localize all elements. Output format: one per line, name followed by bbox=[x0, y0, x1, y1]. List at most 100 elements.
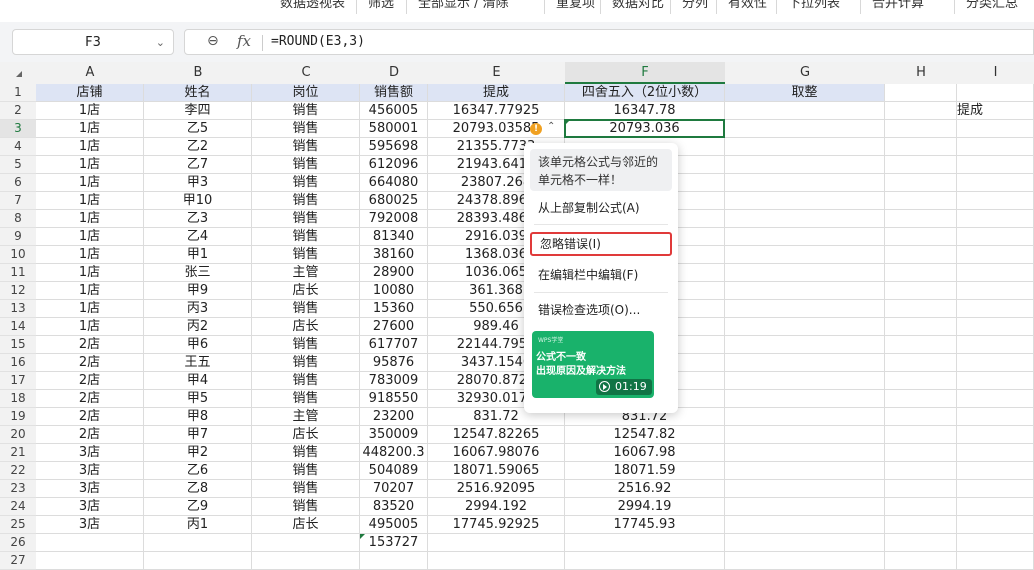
ribbon-item[interactable]: 全部显示 / 清除 bbox=[418, 0, 509, 12]
table-cell[interactable]: 16067.98 bbox=[565, 444, 725, 462]
table-cell[interactable]: 1店 bbox=[36, 138, 144, 156]
table-cell[interactable] bbox=[725, 354, 885, 372]
ribbon-item[interactable]: 分类汇总 bbox=[966, 0, 1018, 12]
table-cell[interactable]: 张三 bbox=[144, 264, 252, 282]
table-cell[interactable]: 销售 bbox=[252, 498, 360, 516]
table-cell[interactable] bbox=[885, 408, 957, 426]
table-cell[interactable]: 12547.82 bbox=[565, 426, 725, 444]
table-cell[interactable]: 销售 bbox=[252, 102, 360, 120]
table-cell[interactable]: 1店 bbox=[36, 282, 144, 300]
table-cell[interactable]: 2店 bbox=[36, 354, 144, 372]
table-cell[interactable]: 1店 bbox=[36, 102, 144, 120]
table-cell[interactable]: 1店 bbox=[36, 120, 144, 138]
row-header[interactable]: 6 bbox=[0, 174, 36, 192]
header-cell[interactable] bbox=[885, 84, 957, 102]
table-cell[interactable]: 23200 bbox=[360, 408, 428, 426]
table-cell[interactable]: 店长 bbox=[252, 426, 360, 444]
table-cell[interactable] bbox=[360, 552, 428, 570]
table-cell[interactable]: 3店 bbox=[36, 444, 144, 462]
row-header[interactable]: 24 bbox=[0, 498, 36, 516]
table-cell[interactable] bbox=[957, 552, 1034, 570]
table-cell[interactable]: 15360 bbox=[360, 300, 428, 318]
table-cell[interactable] bbox=[957, 480, 1034, 498]
row-header[interactable]: 11 bbox=[0, 264, 36, 282]
table-cell[interactable] bbox=[957, 444, 1034, 462]
table-cell[interactable]: 495005 bbox=[360, 516, 428, 534]
table-cell[interactable]: 16347.78 bbox=[565, 102, 725, 120]
table-cell[interactable] bbox=[725, 156, 885, 174]
table-cell[interactable] bbox=[725, 174, 885, 192]
table-cell[interactable]: 20793.036 bbox=[565, 120, 725, 138]
table-cell[interactable] bbox=[957, 174, 1034, 192]
name-box[interactable]: F3 ⌄ bbox=[12, 29, 174, 55]
row-header[interactable]: 8 bbox=[0, 210, 36, 228]
table-cell[interactable]: 1店 bbox=[36, 174, 144, 192]
table-cell[interactable]: 17745.92925 bbox=[428, 516, 565, 534]
table-cell[interactable]: 504089 bbox=[360, 462, 428, 480]
table-cell[interactable] bbox=[957, 120, 1034, 138]
row-header[interactable]: 15 bbox=[0, 336, 36, 354]
table-cell[interactable]: 28900 bbox=[360, 264, 428, 282]
table-cell[interactable] bbox=[885, 246, 957, 264]
table-cell[interactable]: 甲7 bbox=[144, 426, 252, 444]
ignore-error-item[interactable]: 忽略错误(I) bbox=[530, 232, 672, 256]
table-cell[interactable] bbox=[725, 336, 885, 354]
table-cell[interactable]: 2店 bbox=[36, 408, 144, 426]
column-header-a[interactable]: A bbox=[36, 62, 144, 84]
zoom-icon[interactable]: ⊖ bbox=[207, 33, 219, 49]
table-cell[interactable]: 38160 bbox=[360, 246, 428, 264]
table-cell[interactable] bbox=[144, 534, 252, 552]
table-cell[interactable] bbox=[957, 210, 1034, 228]
table-cell[interactable]: 乙7 bbox=[144, 156, 252, 174]
table-cell[interactable] bbox=[725, 552, 885, 570]
table-cell[interactable]: 1店 bbox=[36, 156, 144, 174]
table-cell[interactable]: 18071.59065 bbox=[428, 462, 565, 480]
table-cell[interactable]: 1店 bbox=[36, 192, 144, 210]
table-cell[interactable]: 乙4 bbox=[144, 228, 252, 246]
table-cell[interactable]: 甲1 bbox=[144, 246, 252, 264]
table-cell[interactable]: 乙5 bbox=[144, 120, 252, 138]
table-cell[interactable]: 12547.82265 bbox=[428, 426, 565, 444]
table-cell[interactable]: 3店 bbox=[36, 516, 144, 534]
table-cell[interactable]: 1店 bbox=[36, 264, 144, 282]
header-cell[interactable]: 岗位 bbox=[252, 84, 360, 102]
table-cell[interactable]: 95876 bbox=[360, 354, 428, 372]
ribbon-item[interactable]: 重复项 bbox=[556, 0, 595, 12]
table-cell[interactable]: 乙6 bbox=[144, 462, 252, 480]
header-cell[interactable]: 姓名 bbox=[144, 84, 252, 102]
copy-formula-from-above-item[interactable]: 从上部复制公式(A) bbox=[530, 197, 672, 219]
table-cell[interactable]: 617707 bbox=[360, 336, 428, 354]
table-cell[interactable] bbox=[885, 264, 957, 282]
row-header[interactable]: 9 bbox=[0, 228, 36, 246]
table-cell[interactable] bbox=[885, 138, 957, 156]
table-cell[interactable]: 甲4 bbox=[144, 372, 252, 390]
table-cell[interactable]: 甲3 bbox=[144, 174, 252, 192]
table-cell[interactable] bbox=[725, 498, 885, 516]
table-cell[interactable] bbox=[957, 498, 1034, 516]
table-cell[interactable]: 1店 bbox=[36, 228, 144, 246]
table-cell[interactable] bbox=[957, 192, 1034, 210]
table-cell[interactable] bbox=[957, 462, 1034, 480]
row-header[interactable]: 5 bbox=[0, 156, 36, 174]
table-cell[interactable] bbox=[725, 372, 885, 390]
table-cell[interactable] bbox=[885, 426, 957, 444]
table-cell[interactable] bbox=[957, 336, 1034, 354]
row-header[interactable]: 25 bbox=[0, 516, 36, 534]
table-cell[interactable]: 销售 bbox=[252, 228, 360, 246]
table-cell[interactable]: 销售 bbox=[252, 372, 360, 390]
column-header-b[interactable]: B bbox=[144, 62, 252, 84]
table-cell[interactable] bbox=[725, 210, 885, 228]
table-cell[interactable]: 销售 bbox=[252, 390, 360, 408]
table-cell[interactable] bbox=[885, 372, 957, 390]
table-cell[interactable] bbox=[885, 156, 957, 174]
table-cell[interactable] bbox=[885, 498, 957, 516]
table-cell[interactable]: 1店 bbox=[36, 300, 144, 318]
video-tutorial-thumbnail[interactable]: WPS学堂 公式不一致 出现原因及解决方法 01:19 bbox=[532, 331, 654, 398]
table-cell[interactable]: 丙2 bbox=[144, 318, 252, 336]
table-cell[interactable]: 乙8 bbox=[144, 480, 252, 498]
table-cell[interactable]: 2店 bbox=[36, 390, 144, 408]
table-cell[interactable]: 1店 bbox=[36, 246, 144, 264]
formula-input[interactable]: ⊖ fx =ROUND(E3,3) bbox=[184, 29, 1034, 55]
chevron-down-icon[interactable]: ⌄ bbox=[156, 30, 165, 56]
ribbon-item[interactable]: 数据透视表 bbox=[280, 0, 345, 12]
